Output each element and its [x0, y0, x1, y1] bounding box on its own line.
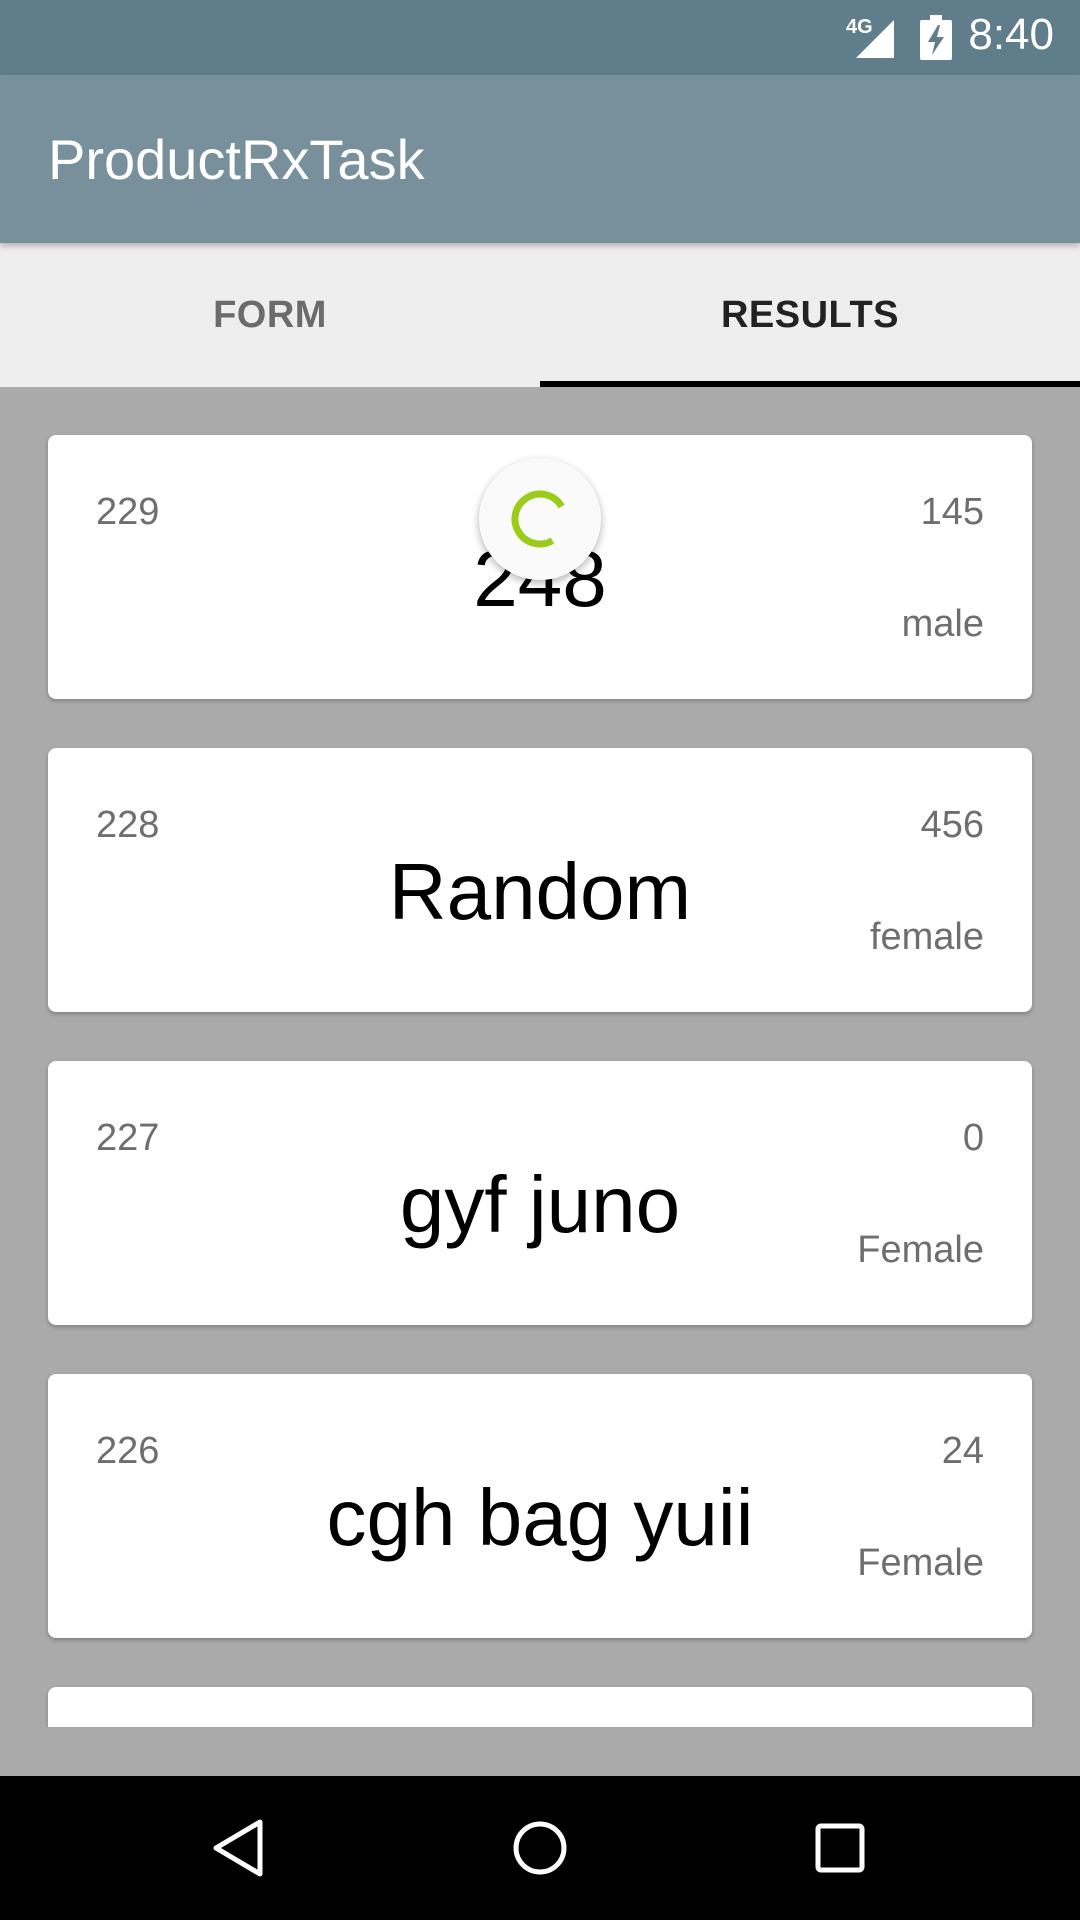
- tab-form[interactable]: FORM: [0, 243, 540, 387]
- back-icon[interactable]: [204, 1812, 276, 1884]
- result-card[interactable]: 227 gyf juno 0 Female: [48, 1061, 1032, 1325]
- tab-bar: FORM RESULTS: [0, 243, 1080, 387]
- home-icon[interactable]: [504, 1812, 576, 1884]
- result-card-partial[interactable]: [48, 1687, 1032, 1727]
- battery-charging-icon: [920, 15, 952, 60]
- result-id: 229: [96, 491, 160, 533]
- result-age: 456: [920, 804, 984, 846]
- results-list[interactable]: 229 248 145 male 228 Random 456 female 2…: [0, 387, 1080, 1727]
- result-card[interactable]: 226 cgh bag yuii 24 Female: [48, 1374, 1032, 1638]
- app-bar: ProductRxTask: [0, 75, 1080, 243]
- result-gender: female: [869, 916, 984, 958]
- result-gender: Female: [857, 1542, 984, 1584]
- result-card[interactable]: 228 Random 456 female: [48, 748, 1032, 1012]
- navigation-bar: [0, 1776, 1080, 1920]
- result-gender: male: [901, 603, 984, 645]
- result-age: 0: [962, 1117, 984, 1159]
- status-bar: 4G 8:40: [0, 0, 1080, 75]
- app-title: ProductRxTask: [48, 128, 425, 191]
- status-time: 8:40: [968, 10, 1054, 59]
- progress-spinner-icon: [479, 458, 601, 580]
- result-age: 145: [920, 491, 984, 533]
- recents-icon[interactable]: [804, 1812, 876, 1884]
- result-id: 227: [96, 1117, 160, 1159]
- result-id: 228: [96, 804, 160, 846]
- result-age: 24: [941, 1430, 984, 1472]
- tab-results[interactable]: RESULTS: [540, 243, 1080, 387]
- result-gender: Female: [857, 1229, 984, 1271]
- tab-indicator: [540, 381, 1080, 387]
- result-id: 226: [96, 1430, 160, 1472]
- signal-icon: 4G: [846, 16, 898, 58]
